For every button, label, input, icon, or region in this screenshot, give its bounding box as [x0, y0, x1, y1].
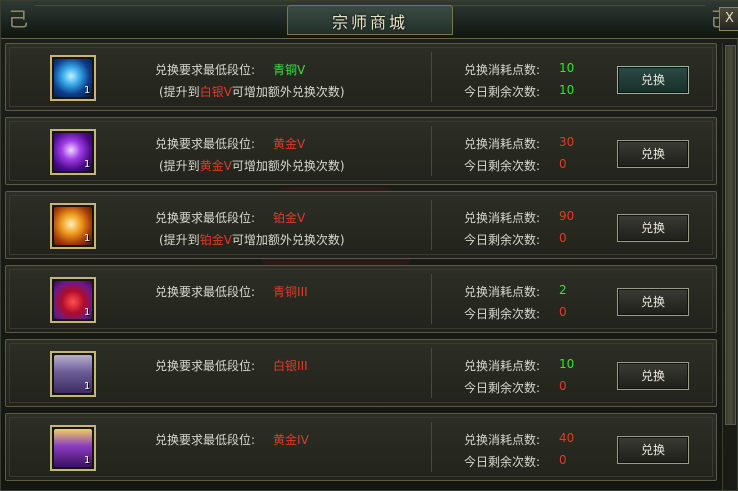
remaining-value: 0	[559, 379, 567, 393]
cost-value: 10	[559, 61, 575, 75]
item-slot[interactable]: 1	[50, 277, 96, 323]
item-quantity: 1	[84, 455, 91, 466]
upgrade-hint-prefix: (提升到	[159, 159, 200, 173]
upgrade-hint-tier: 黄金V	[199, 159, 232, 173]
min-rank-value: 青铜V	[273, 63, 306, 77]
corner-ornament-left-icon: 己	[8, 7, 28, 31]
cost-value: 10	[559, 357, 575, 371]
row-divider	[431, 422, 432, 472]
remaining-label: 今日剩余次数:	[464, 159, 541, 173]
remaining-label: 今日剩余次数:	[464, 85, 541, 99]
remaining-value: 0	[559, 157, 567, 171]
scrollbar-thumb[interactable]	[725, 45, 736, 425]
min-rank-requirement: 兑换要求最低段位: 白银III	[155, 357, 308, 374]
cost-label: 兑换消耗点数:	[464, 63, 541, 77]
shop-item-row: 1 兑换要求最低段位: 黄金V (提升到黄金V可增加额外兑换次数) 兑换消耗点数:…	[5, 117, 717, 185]
remaining-value: 0	[559, 305, 567, 319]
exchange-button[interactable]: 兑换	[617, 436, 689, 464]
shop-item-row: 1 兑换要求最低段位: 黄金IV 兑换消耗点数: 40 今日剩余次数: 0 兑换	[5, 413, 717, 481]
exchange-button[interactable]: 兑换	[617, 140, 689, 168]
item-quantity: 1	[84, 307, 91, 318]
upgrade-hint: (提升到白银V可增加额外兑换次数)	[159, 83, 345, 100]
title-bar: 己 宗师商城 己 X	[1, 1, 738, 39]
cost-value: 40	[559, 431, 575, 445]
min-rank-value: 黄金V	[273, 137, 306, 151]
item-slot[interactable]: 1	[50, 55, 96, 101]
remaining-label: 今日剩余次数:	[464, 233, 541, 247]
item-slot[interactable]: 1	[50, 425, 96, 471]
scrollbar[interactable]	[722, 43, 737, 490]
upgrade-hint-suffix: 可增加额外兑换次数)	[231, 233, 345, 247]
cost-label: 兑换消耗点数:	[464, 285, 541, 299]
min-rank-label: 兑换要求最低段位:	[155, 211, 256, 225]
cost-label: 兑换消耗点数:	[464, 137, 541, 151]
shop-window: 己 宗师商城 己 X 游 1 兑换要求最低段位:青铜V (提升到白银V可增加额外…	[0, 0, 738, 491]
min-rank-requirement: 兑换要求最低段位: 青铜III	[155, 283, 308, 300]
exchange-button[interactable]: 兑换	[617, 66, 689, 94]
upgrade-hint: (提升到黄金V可增加额外兑换次数)	[159, 157, 345, 174]
row-divider	[431, 126, 432, 176]
remaining-value: 0	[559, 231, 567, 245]
exchange-button[interactable]: 兑换	[617, 214, 689, 242]
min-rank-requirement: 兑换要求最低段位: 黄金V	[155, 135, 305, 152]
row-divider	[431, 52, 432, 102]
min-rank-label: 兑换要求最低段位:	[155, 285, 256, 299]
shop-item-row: 1 兑换要求最低段位: 青铜V (提升到白银V可增加额外兑换次数) 兑换消耗点数:…	[5, 43, 717, 111]
upgrade-hint-tier: 铂金V	[199, 233, 232, 247]
item-quantity: 1	[84, 381, 91, 392]
min-rank-requirement: 兑换要求最低段位: 铂金V	[155, 209, 305, 226]
min-rank-value: 青铜III	[273, 285, 308, 299]
upgrade-hint-prefix: (提升到	[159, 85, 200, 99]
cost-label: 兑换消耗点数:	[464, 433, 541, 447]
item-quantity: 1	[84, 233, 91, 244]
cost-value: 90	[559, 209, 575, 223]
min-rank-label: 兑换要求最低段位:	[155, 137, 256, 151]
cost-label: 兑换消耗点数:	[464, 359, 541, 373]
shop-item-row: 1 兑换要求最低段位: 白银III 兑换消耗点数: 10 今日剩余次数: 0 兑换	[5, 339, 717, 407]
min-rank-label: 兑换要求最低段位:	[155, 63, 256, 77]
close-button[interactable]: X	[719, 7, 738, 31]
min-rank-requirement: 兑换要求最低段位: 青铜V	[155, 61, 305, 78]
remaining-label: 今日剩余次数:	[464, 307, 541, 321]
row-divider	[431, 274, 432, 324]
upgrade-hint-suffix: 可增加额外兑换次数)	[231, 85, 345, 99]
remaining-label: 今日剩余次数:	[464, 381, 541, 395]
cost-value: 2	[559, 283, 567, 297]
item-list: 1 兑换要求最低段位: 青铜V (提升到白银V可增加额外兑换次数) 兑换消耗点数:…	[1, 43, 738, 491]
item-quantity: 1	[84, 159, 91, 170]
min-rank-value: 铂金V	[273, 211, 306, 225]
exchange-button[interactable]: 兑换	[617, 288, 689, 316]
min-rank-requirement: 兑换要求最低段位: 黄金IV	[155, 431, 309, 448]
shop-item-row: 1 兑换要求最低段位: 铂金V (提升到铂金V可增加额外兑换次数) 兑换消耗点数:…	[5, 191, 717, 259]
row-divider	[431, 200, 432, 250]
upgrade-hint-prefix: (提升到	[159, 233, 200, 247]
cost-value: 30	[559, 135, 575, 149]
window-title: 宗师商城	[331, 13, 408, 32]
exchange-button[interactable]: 兑换	[617, 362, 689, 390]
remaining-value: 0	[559, 453, 567, 467]
item-quantity: 1	[84, 85, 91, 96]
item-slot[interactable]: 1	[50, 351, 96, 397]
shop-item-row: 1 兑换要求最低段位: 青铜III 兑换消耗点数: 2 今日剩余次数: 0 兑换	[5, 265, 717, 333]
upgrade-hint-suffix: 可增加额外兑换次数)	[231, 159, 345, 173]
cost-label: 兑换消耗点数:	[464, 211, 541, 225]
remaining-value: 10	[559, 83, 575, 97]
upgrade-hint-tier: 白银V	[199, 85, 232, 99]
remaining-label: 今日剩余次数:	[464, 455, 541, 469]
min-rank-value: 白银III	[273, 359, 308, 373]
min-rank-label: 兑换要求最低段位:	[155, 359, 256, 373]
item-slot[interactable]: 1	[50, 129, 96, 175]
row-divider	[431, 348, 432, 398]
upgrade-hint: (提升到铂金V可增加额外兑换次数)	[159, 231, 345, 248]
min-rank-label: 兑换要求最低段位:	[155, 433, 256, 447]
min-rank-value: 黄金IV	[273, 433, 309, 447]
item-slot[interactable]: 1	[50, 203, 96, 249]
